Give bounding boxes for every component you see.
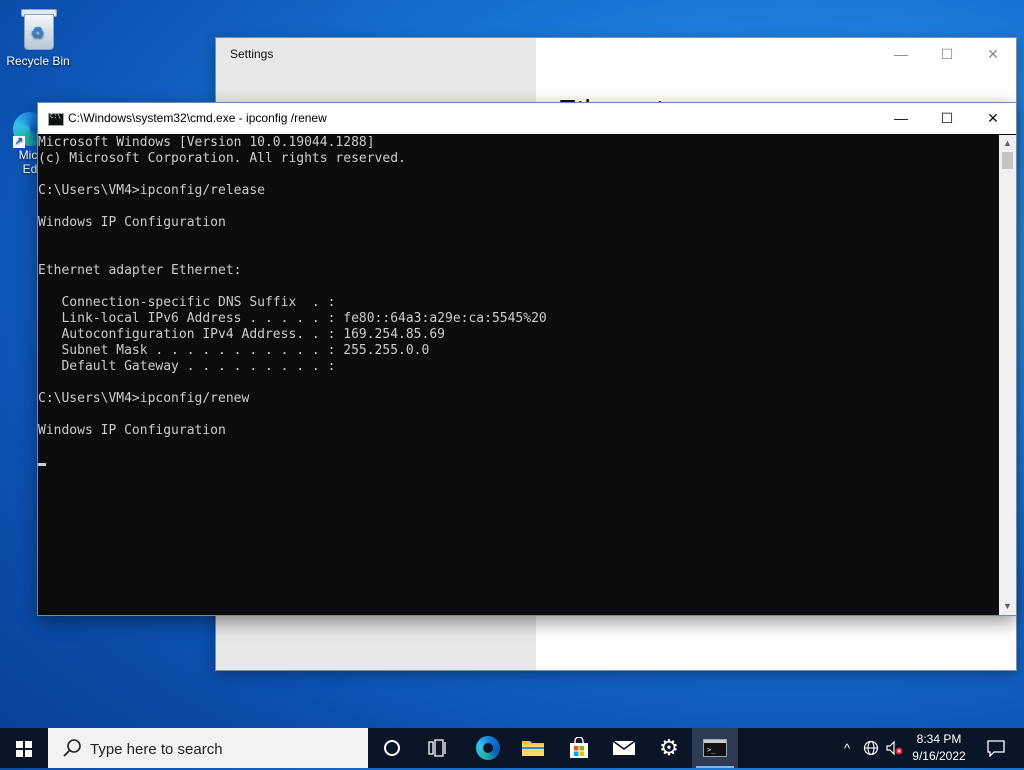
volume-muted-icon[interactable] bbox=[884, 728, 906, 768]
mail-envelope-icon bbox=[612, 740, 636, 755]
notification-icon bbox=[987, 740, 1005, 757]
task-view-icon bbox=[428, 739, 446, 757]
settings-window-title: Settings bbox=[230, 47, 274, 61]
action-center-button[interactable] bbox=[976, 728, 1016, 768]
settings-maximize-button[interactable]: ☐ bbox=[924, 38, 970, 70]
console-scrollbar[interactable]: ▲ ▼ bbox=[999, 135, 1016, 615]
console-line: Autoconfiguration IPv4 Address. . : 169.… bbox=[38, 327, 445, 342]
console-line: Windows IP Configuration bbox=[38, 215, 226, 230]
cortana-button[interactable] bbox=[369, 728, 415, 768]
recycle-bin-label: Recycle Bin bbox=[6, 54, 70, 68]
console-line: Subnet Mask . . . . . . . . . . . : 255.… bbox=[38, 343, 430, 358]
taskbar-clock[interactable]: 8:34 PM 9/16/2022 bbox=[904, 728, 974, 768]
taskbar-settings-button[interactable]: ⚙ bbox=[646, 728, 692, 768]
console-line: Default Gateway . . . . . . . . . : bbox=[38, 359, 336, 374]
taskbar-search-box[interactable] bbox=[48, 728, 368, 770]
settings-minimize-button[interactable]: — bbox=[878, 38, 924, 70]
cmd-app-icon bbox=[48, 113, 64, 126]
recycle-bin-desktop-icon[interactable]: ♻ Recycle Bin bbox=[0, 6, 76, 68]
start-button[interactable] bbox=[0, 728, 48, 768]
scrollbar-thumb[interactable] bbox=[1002, 152, 1013, 169]
edge-icon bbox=[476, 736, 500, 760]
clock-date: 9/16/2022 bbox=[912, 749, 966, 763]
console-line: Windows IP Configuration bbox=[38, 423, 226, 438]
taskbar-cmd-button[interactable]: >_ bbox=[692, 728, 738, 768]
folder-icon bbox=[522, 741, 544, 756]
cmd-titlebar[interactable]: C:\Windows\system32\cmd.exe - ipconfig /… bbox=[38, 103, 1016, 134]
console-line: (c) Microsoft Corporation. All rights re… bbox=[38, 151, 406, 166]
task-view-button[interactable] bbox=[415, 728, 461, 768]
console-line: Microsoft Windows [Version 10.0.19044.12… bbox=[38, 135, 375, 150]
cmd-minimize-button[interactable]: — bbox=[878, 103, 924, 134]
cmd-window-title: C:\Windows\system32\cmd.exe - ipconfig /… bbox=[68, 111, 327, 125]
cmd-maximize-button[interactable]: ☐ bbox=[924, 103, 970, 134]
console-cursor bbox=[38, 463, 46, 466]
windows-logo-icon bbox=[16, 741, 32, 757]
console-line: Ethernet adapter Ethernet: bbox=[38, 263, 242, 278]
console-line: C:\Users\VM4>ipconfig/renew bbox=[38, 391, 250, 406]
tray-overflow-chevron-icon[interactable]: ^ bbox=[836, 728, 858, 768]
console-line: C:\Users\VM4>ipconfig/release bbox=[38, 183, 265, 198]
cmd-window[interactable]: C:\Windows\system32\cmd.exe - ipconfig /… bbox=[38, 103, 1016, 615]
recycle-bin-icon: ♻ bbox=[20, 6, 57, 50]
clock-time: 8:34 PM bbox=[916, 732, 962, 746]
network-globe-icon[interactable] bbox=[860, 728, 882, 768]
cmd-close-button[interactable]: ✕ bbox=[970, 103, 1016, 134]
taskbar-file-explorer-button[interactable] bbox=[510, 728, 556, 768]
console-line: Connection-specific DNS Suffix . : bbox=[38, 295, 336, 310]
store-bag-icon bbox=[570, 737, 588, 758]
taskbar-store-button[interactable] bbox=[556, 728, 602, 768]
taskbar-mail-button[interactable] bbox=[601, 728, 647, 768]
cortana-circle-icon bbox=[384, 740, 400, 756]
search-input[interactable] bbox=[88, 728, 362, 770]
gear-icon: ⚙ bbox=[659, 735, 679, 761]
taskbar: ⚙ >_ ^ 8:34 PM 9/16/2022 bbox=[0, 728, 1024, 770]
console-line: Link-local IPv6 Address . . . . . : fe80… bbox=[38, 311, 547, 326]
cmd-icon: >_ bbox=[703, 739, 727, 757]
taskbar-edge-button[interactable] bbox=[465, 728, 511, 768]
console-output[interactable]: Microsoft Windows [Version 10.0.19044.12… bbox=[38, 135, 998, 615]
scroll-up-arrow-icon[interactable]: ▲ bbox=[999, 135, 1016, 152]
scroll-down-arrow-icon[interactable]: ▼ bbox=[999, 598, 1016, 615]
search-icon bbox=[63, 739, 81, 757]
settings-close-button[interactable]: ✕ bbox=[970, 38, 1016, 70]
